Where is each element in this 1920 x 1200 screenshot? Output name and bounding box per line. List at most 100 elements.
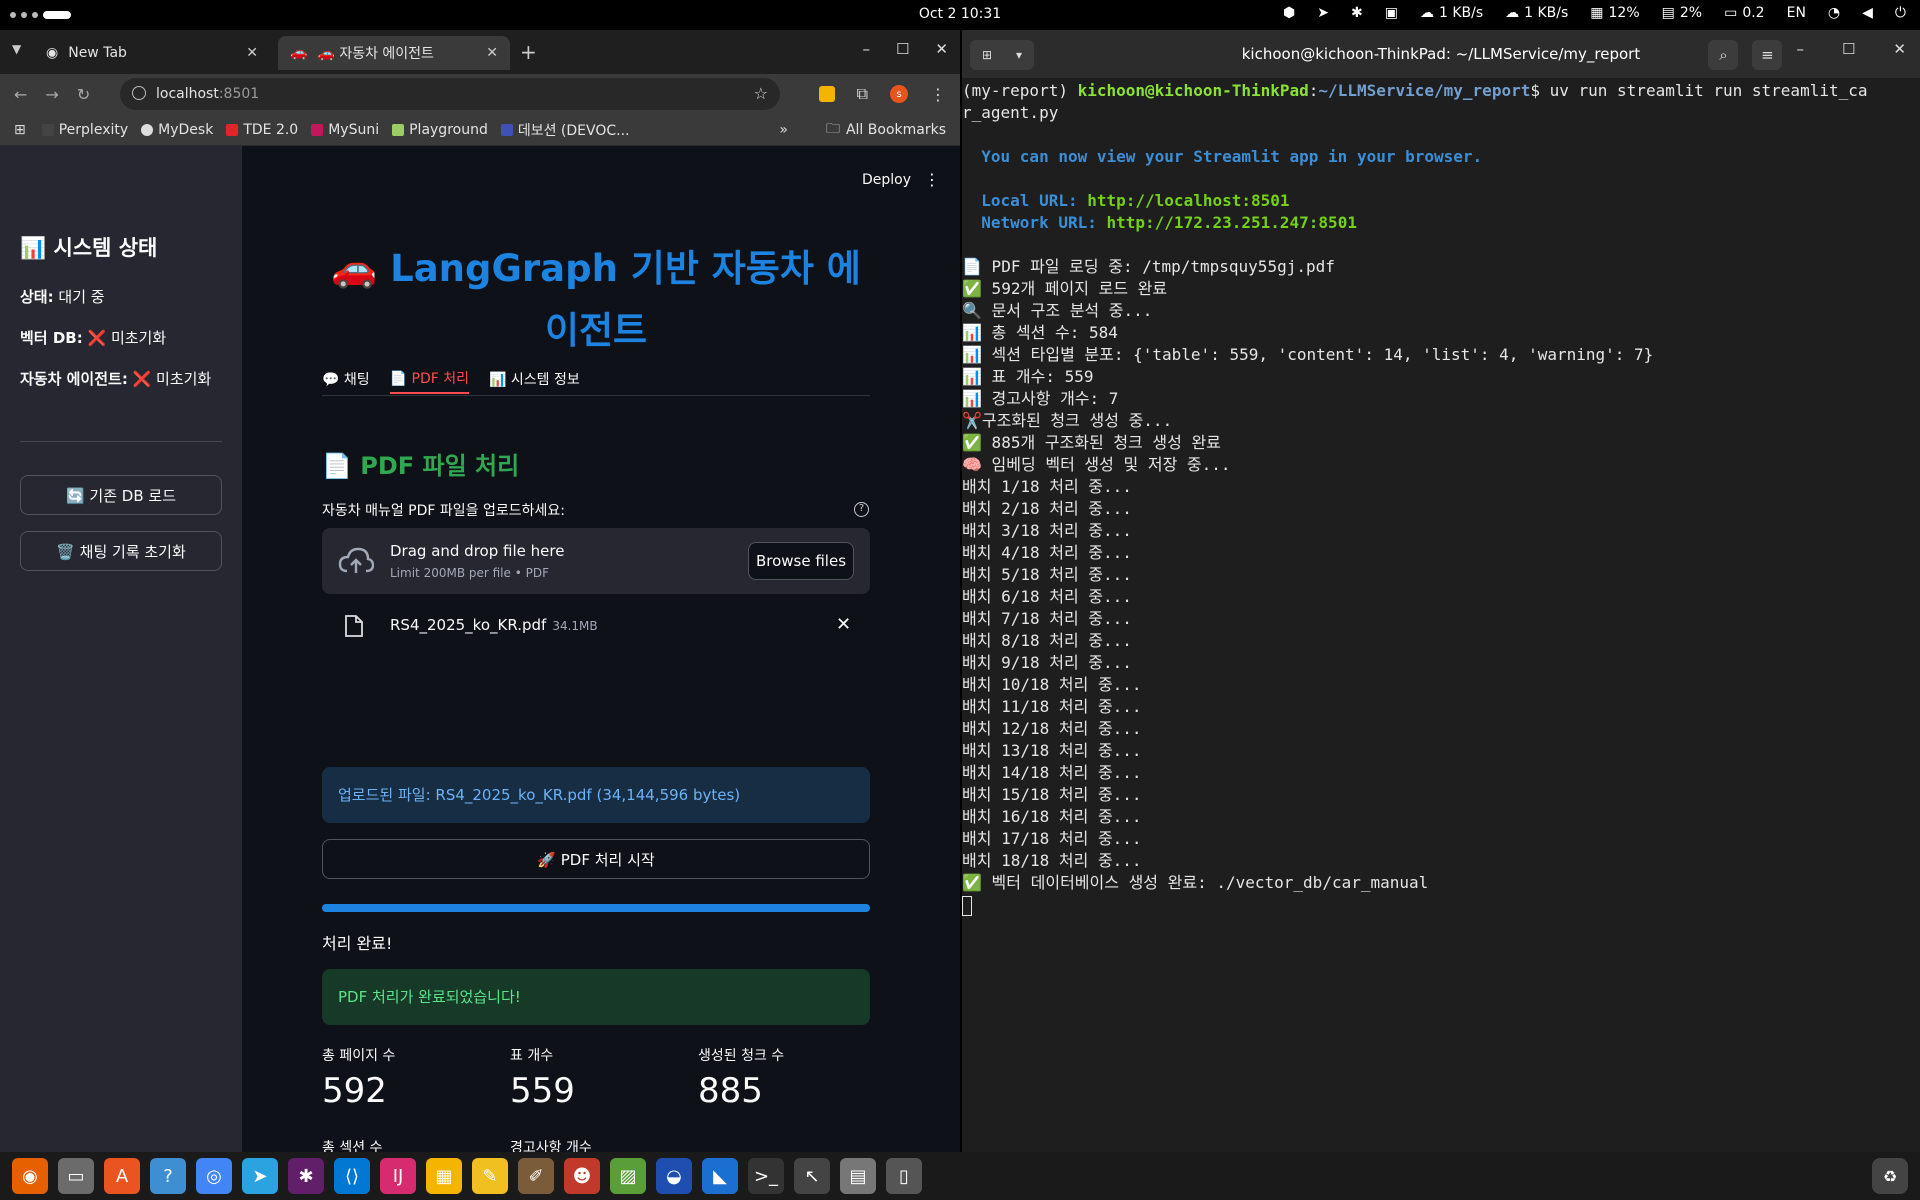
memory-icon: ▤ bbox=[1661, 5, 1675, 21]
remove-file-icon[interactable]: ✕ bbox=[836, 614, 851, 635]
screenshot-icon[interactable]: ↖ bbox=[794, 1158, 830, 1194]
device-icon[interactable]: ▯ bbox=[886, 1158, 922, 1194]
file-dropzone[interactable]: Drag and drop file here Limit 200MB per … bbox=[322, 528, 870, 594]
close-icon[interactable]: ✕ bbox=[1893, 40, 1906, 70]
view-message: You can now view your Streamlit app in y… bbox=[962, 147, 1483, 166]
volume-icon[interactable]: ◀ bbox=[1862, 5, 1873, 21]
power-icon[interactable]: ⏻ bbox=[1895, 5, 1906, 21]
tab-car-agent[interactable]: 🚗 🚗 자동차 에이전트 ✕ bbox=[278, 36, 510, 70]
section-heading: 📄 PDF 파일 처리 bbox=[322, 452, 520, 480]
disk-icon[interactable]: ▤ bbox=[840, 1158, 876, 1194]
bookmark-mysuni[interactable]: MySuni bbox=[311, 122, 379, 138]
bookmark-playground[interactable]: Playground bbox=[392, 122, 488, 138]
load-avg: 0.2 bbox=[1742, 5, 1765, 21]
close-tab-icon[interactable]: ✕ bbox=[486, 45, 498, 61]
bookmark-star-icon[interactable]: ☆ bbox=[754, 84, 768, 103]
wifi-icon[interactable]: ◔ bbox=[1828, 5, 1840, 21]
start-pdf-processing-button[interactable]: 🚀 PDF 처리 시작 bbox=[322, 839, 870, 879]
chrome-icon[interactable]: ◎ bbox=[196, 1158, 232, 1194]
prompt-path: ~/LLMService/my_report bbox=[1318, 81, 1531, 100]
bookmark-mydesk[interactable]: MyDesk bbox=[141, 122, 213, 138]
text-editor-icon[interactable]: ✎ bbox=[472, 1158, 508, 1194]
reload-icon[interactable]: ↻ bbox=[77, 85, 90, 104]
back-icon[interactable]: ← bbox=[14, 85, 27, 104]
apps-grid-icon[interactable]: ⊞ bbox=[14, 122, 26, 138]
firefox-icon[interactable]: ◉ bbox=[12, 1158, 48, 1194]
browser-menu-icon[interactable]: ⋮ bbox=[930, 85, 946, 104]
bookmark-devocean[interactable]: 데보션 (DEVOC... bbox=[500, 120, 630, 140]
download-icon: ☁ bbox=[1505, 5, 1520, 21]
new-tab-icon[interactable]: + bbox=[520, 40, 537, 64]
deploy-button[interactable]: Deploy bbox=[862, 172, 911, 188]
dropzone-subtitle: Limit 200MB per file • PDF bbox=[390, 566, 549, 580]
slack-tray-icon[interactable]: ✱ bbox=[1351, 5, 1363, 21]
intellij-icon[interactable]: IJ bbox=[380, 1158, 416, 1194]
browse-files-button[interactable]: Browse files bbox=[748, 542, 854, 580]
address-bar[interactable]: localhost:8501 ☆ bbox=[120, 78, 780, 110]
calculator-icon[interactable]: ▦ bbox=[426, 1158, 462, 1194]
maximize-icon[interactable]: ☐ bbox=[1842, 40, 1855, 70]
tab-label: 🚗 자동차 에이전트 bbox=[317, 46, 434, 62]
telegram-tray-icon[interactable]: ➤ bbox=[1317, 5, 1329, 21]
system-tray[interactable]: ⬢ ➤ ✱ ▣ ☁ 1 KB/s ☁ 1 KB/s ▦ 12% ▤ 2% ▭ 0.2 EN… bbox=[1283, 5, 1906, 21]
dock: ◉ ▭ A? ◎ ➤ ✱ ⟨⟩ IJ ▦ ✎ ✐ ☻ ▨ ◒ ◣ >_ ↖ ▤ ▯ ♻ bbox=[0, 1152, 1920, 1200]
url-port: :8501 bbox=[218, 86, 260, 102]
files-icon[interactable]: ▭ bbox=[58, 1158, 94, 1194]
profile-avatar[interactable]: s bbox=[890, 85, 908, 103]
terminal-window: ⊞ ▾ kichoon@kichoon-ThinkPad: ~/LLMServic… bbox=[962, 30, 1920, 1152]
streamlit-page: 📊 시스템 상태 상태: 대기 중 벡터 DB: ❌ 미초기화 자동차 에이전트… bbox=[0, 146, 960, 1152]
forward-icon[interactable]: → bbox=[45, 85, 58, 104]
close-window-icon[interactable]: ✕ bbox=[935, 40, 948, 58]
progress-bar bbox=[322, 904, 870, 912]
trash-icon[interactable]: ♻ bbox=[1872, 1158, 1908, 1194]
site-info-icon[interactable] bbox=[132, 86, 146, 100]
help-icon[interactable]: ? bbox=[854, 502, 869, 517]
telegram-icon[interactable]: ➤ bbox=[242, 1158, 278, 1194]
minimize-icon[interactable]: – bbox=[862, 40, 870, 58]
app-tray-icon-2[interactable]: ▣ bbox=[1385, 5, 1398, 21]
app-tray-icon[interactable]: ⬢ bbox=[1283, 5, 1295, 21]
mem-usage: 2% bbox=[1679, 5, 1703, 21]
search-icon[interactable]: ⌕ bbox=[1708, 40, 1739, 70]
language-indicator[interactable]: EN bbox=[1787, 5, 1806, 21]
car-icon: 🚗 bbox=[331, 247, 378, 290]
browser-window: ▼ ◉ New Tab ✕ 🚗 🚗 자동차 에이전트 ✕ + – ☐ ✕ ← →… bbox=[0, 30, 960, 1152]
tab-search-chevron-icon[interactable]: ▼ bbox=[12, 42, 21, 56]
close-tab-icon[interactable]: ✕ bbox=[246, 45, 258, 61]
playground-icon bbox=[392, 123, 405, 136]
status-row: 상태: 대기 중 bbox=[20, 288, 105, 306]
reset-chat-button[interactable]: 🗑️ 채팅 기록 초기화 bbox=[20, 531, 222, 571]
wireshark-icon[interactable]: ◣ bbox=[702, 1158, 738, 1194]
maximize-icon[interactable]: ☐ bbox=[896, 40, 909, 58]
file-size: 34.1MB bbox=[552, 619, 598, 633]
tab-bar: 💬 채팅 📄 PDF 처리 📊 시스템 정보 bbox=[322, 364, 870, 396]
tab-pdf[interactable]: 📄 PDF 처리 bbox=[389, 364, 470, 394]
metric-tables: 표 개수 559 bbox=[510, 1048, 575, 1111]
file-name: RS4_2025_ko_KR.pdf bbox=[390, 616, 547, 634]
extensions-puzzle-icon[interactable]: ⧉ bbox=[857, 84, 868, 104]
tab-new-tab[interactable]: ◉ New Tab ✕ bbox=[34, 36, 270, 70]
tab-chat[interactable]: 💬 채팅 bbox=[322, 364, 370, 394]
slack-icon[interactable]: ✱ bbox=[288, 1158, 324, 1194]
vpn-icon[interactable]: ◒ bbox=[656, 1158, 692, 1194]
terminal-icon[interactable]: >_ bbox=[748, 1158, 784, 1194]
minimize-icon[interactable]: – bbox=[1796, 40, 1804, 70]
sidebar-heading: 📊 시스템 상태 bbox=[20, 236, 158, 260]
more-bookmarks-icon[interactable]: » bbox=[779, 122, 788, 138]
app-center-icon[interactable]: A bbox=[104, 1158, 140, 1194]
tab-strip: ▼ ◉ New Tab ✕ 🚗 🚗 자동차 에이전트 ✕ + – ☐ ✕ bbox=[0, 30, 960, 74]
load-db-button[interactable]: 🔄 기존 DB 로드 bbox=[20, 475, 222, 515]
game-icon[interactable]: ☻ bbox=[564, 1158, 600, 1194]
bookmark-tde[interactable]: TDE 2.0 bbox=[226, 122, 298, 138]
main-menu-icon[interactable]: ⋮ bbox=[924, 170, 940, 189]
hamburger-menu-icon[interactable]: ≡ bbox=[1752, 40, 1783, 70]
paint-icon[interactable]: ✐ bbox=[518, 1158, 554, 1194]
terminal-output[interactable]: (my-report) kichoon@kichoon-ThinkPad:~/L… bbox=[962, 80, 1920, 916]
help-icon[interactable]: ? bbox=[150, 1158, 186, 1194]
vscode-icon[interactable]: ⟨⟩ bbox=[334, 1158, 370, 1194]
tab-system-info[interactable]: 📊 시스템 정보 bbox=[489, 364, 580, 394]
bookmark-perplexity[interactable]: Perplexity bbox=[41, 122, 128, 138]
image-viewer-icon[interactable]: ▨ bbox=[610, 1158, 646, 1194]
all-bookmarks[interactable]: 🗀 All Bookmarks bbox=[826, 118, 946, 142]
extension-yellow-icon[interactable] bbox=[818, 86, 835, 102]
